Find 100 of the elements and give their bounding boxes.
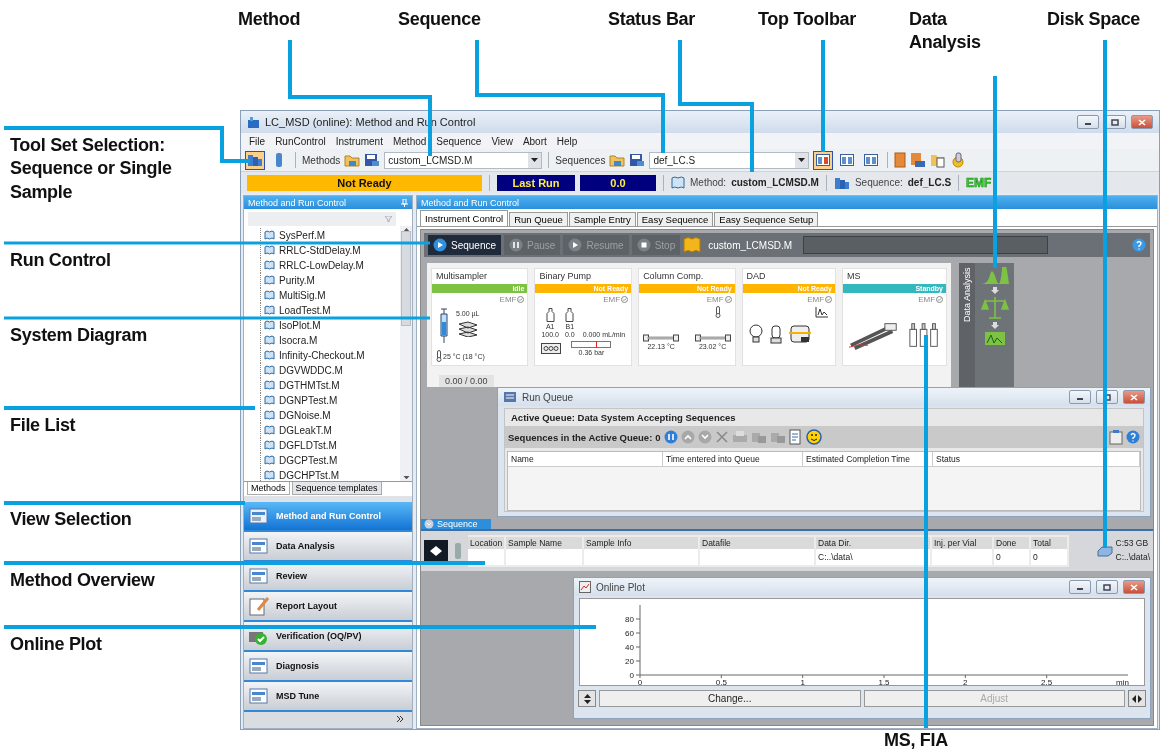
sample-tray-button[interactable]	[424, 540, 448, 562]
sequence-label: Sequence:	[854, 177, 903, 188]
book-icon	[264, 455, 275, 466]
spin-button[interactable]	[578, 690, 596, 707]
column-header: Sample Name	[506, 537, 582, 549]
check-circle-icon	[517, 296, 525, 303]
column-header: Name	[508, 452, 663, 467]
maximize-icon	[1111, 118, 1119, 126]
flow-cell-icon	[788, 324, 811, 344]
panel-tab[interactable]: Methods	[247, 482, 290, 495]
table-cell[interactable]	[932, 549, 992, 565]
sequence-dropdown[interactable]: def_LC.S	[649, 151, 810, 169]
close-button[interactable]	[1123, 390, 1145, 404]
module-name: Binary Pump	[538, 270, 592, 283]
chart-icon	[579, 581, 591, 593]
close-icon	[1138, 118, 1146, 126]
layout-button[interactable]	[813, 150, 834, 170]
column-header: Status	[933, 452, 1140, 467]
tab[interactable]: Run Queue	[509, 212, 568, 226]
minimize-button[interactable]	[1069, 580, 1091, 594]
scroll-button[interactable]	[1128, 690, 1146, 707]
data-table-icon	[248, 536, 270, 556]
gear-icon	[950, 152, 967, 168]
method-dropdown[interactable]: custom_LCMSD.M	[384, 151, 543, 169]
method-info-field[interactable]	[803, 236, 1049, 254]
tick-label: 60	[625, 629, 634, 638]
clipboard-icon	[1109, 429, 1123, 445]
table-cell[interactable]	[700, 549, 814, 565]
close-button[interactable]	[1123, 580, 1145, 594]
emf-label: EMF	[918, 295, 935, 304]
menu-item[interactable]: RunControl	[271, 135, 330, 147]
method-name: custom_LCMSD.M	[708, 239, 793, 251]
table-cell[interactable]: C:..\data\	[816, 549, 930, 565]
close-icon	[1130, 393, 1138, 401]
smiley-icon	[805, 429, 822, 445]
progress-text: 0.00 / 0.00	[439, 374, 494, 387]
table-cell[interactable]: 0	[994, 549, 1029, 565]
view-button[interactable]: MSD Tune	[244, 682, 412, 712]
book-icon	[264, 275, 275, 286]
menu-item[interactable]: Abort	[518, 135, 551, 147]
callout-label: Status Bar	[608, 8, 696, 31]
menu-item[interactable]: Help	[552, 135, 582, 147]
callout-label: File List	[10, 414, 76, 437]
tab[interactable]: Instrument Control	[420, 210, 509, 226]
tab[interactable]: Sample Entry	[568, 212, 636, 226]
pause-icon	[663, 430, 678, 444]
bottle-icon	[545, 308, 555, 322]
stack-icon	[750, 430, 767, 444]
filter-field[interactable]	[248, 212, 396, 226]
tab[interactable]: Easy Sequence Setup	[714, 212, 819, 226]
status-indicator: Not Ready	[247, 174, 482, 191]
menu-item[interactable]: Method	[388, 135, 431, 147]
layout-icon	[864, 154, 879, 166]
book-icon	[264, 380, 275, 391]
menu-item[interactable]: View	[487, 135, 517, 147]
close-button[interactable]	[1131, 115, 1153, 129]
minimize-button[interactable]	[1069, 390, 1091, 404]
queue-count: 0	[655, 431, 661, 443]
down-arrow-icon	[990, 287, 999, 294]
check-circle-icon	[936, 296, 943, 303]
chevron-icon	[396, 715, 404, 725]
column-header: Total	[1031, 537, 1067, 549]
queue-status-text: Active Queue: Data System Accepting Sequences	[510, 411, 737, 425]
column-header: Estimated Completion Time	[803, 452, 933, 467]
plot-button[interactable]: Change...	[599, 690, 861, 707]
play-icon	[433, 238, 447, 252]
layout-icon	[816, 154, 831, 166]
panel-tab[interactable]: Sequence templates	[291, 482, 382, 495]
menu-item[interactable]: Sequence	[432, 135, 486, 147]
method-name: custom_LCMSD.M	[731, 177, 819, 188]
tab[interactable]: Easy Sequence	[636, 212, 714, 226]
scrollbar[interactable]	[400, 226, 412, 481]
folder-icon	[344, 153, 361, 167]
callout-label: Top Toolbar	[758, 8, 856, 31]
table-cell[interactable]	[506, 549, 582, 565]
table-cell[interactable]: 0	[1031, 549, 1067, 565]
table-cell[interactable]	[584, 549, 698, 565]
callout-label: Data Analysis	[909, 8, 982, 55]
folder-icon	[609, 153, 626, 167]
window-title: Run Queue	[522, 391, 575, 403]
window-title: Online Plot	[596, 581, 646, 593]
maximize-button[interactable]	[1096, 580, 1118, 594]
book-icon	[264, 335, 275, 346]
book-icon	[264, 305, 275, 316]
bottle-icon	[565, 308, 575, 322]
menu-item[interactable]: File	[245, 135, 270, 147]
column-header: Time entered into Queue	[663, 452, 803, 467]
view-button[interactable]: Report Layout	[244, 592, 412, 622]
sequence-toolset-button[interactable]	[245, 150, 265, 170]
disk-space-text: C:53 GB	[1115, 537, 1149, 551]
check-circle-icon	[825, 296, 832, 303]
view-button[interactable]: Diagnosis	[244, 652, 412, 682]
module-name: Column Comp.	[642, 270, 705, 283]
menu-item[interactable]: Instrument	[331, 135, 387, 147]
notepad-icon	[248, 596, 270, 616]
view-button[interactable]: Data Analysis	[244, 532, 412, 562]
folder-document-icon	[930, 152, 947, 168]
run-control-button[interactable]: Sequence	[428, 235, 502, 255]
minimize-button[interactable]	[1077, 115, 1099, 129]
caret-icon	[798, 158, 806, 162]
